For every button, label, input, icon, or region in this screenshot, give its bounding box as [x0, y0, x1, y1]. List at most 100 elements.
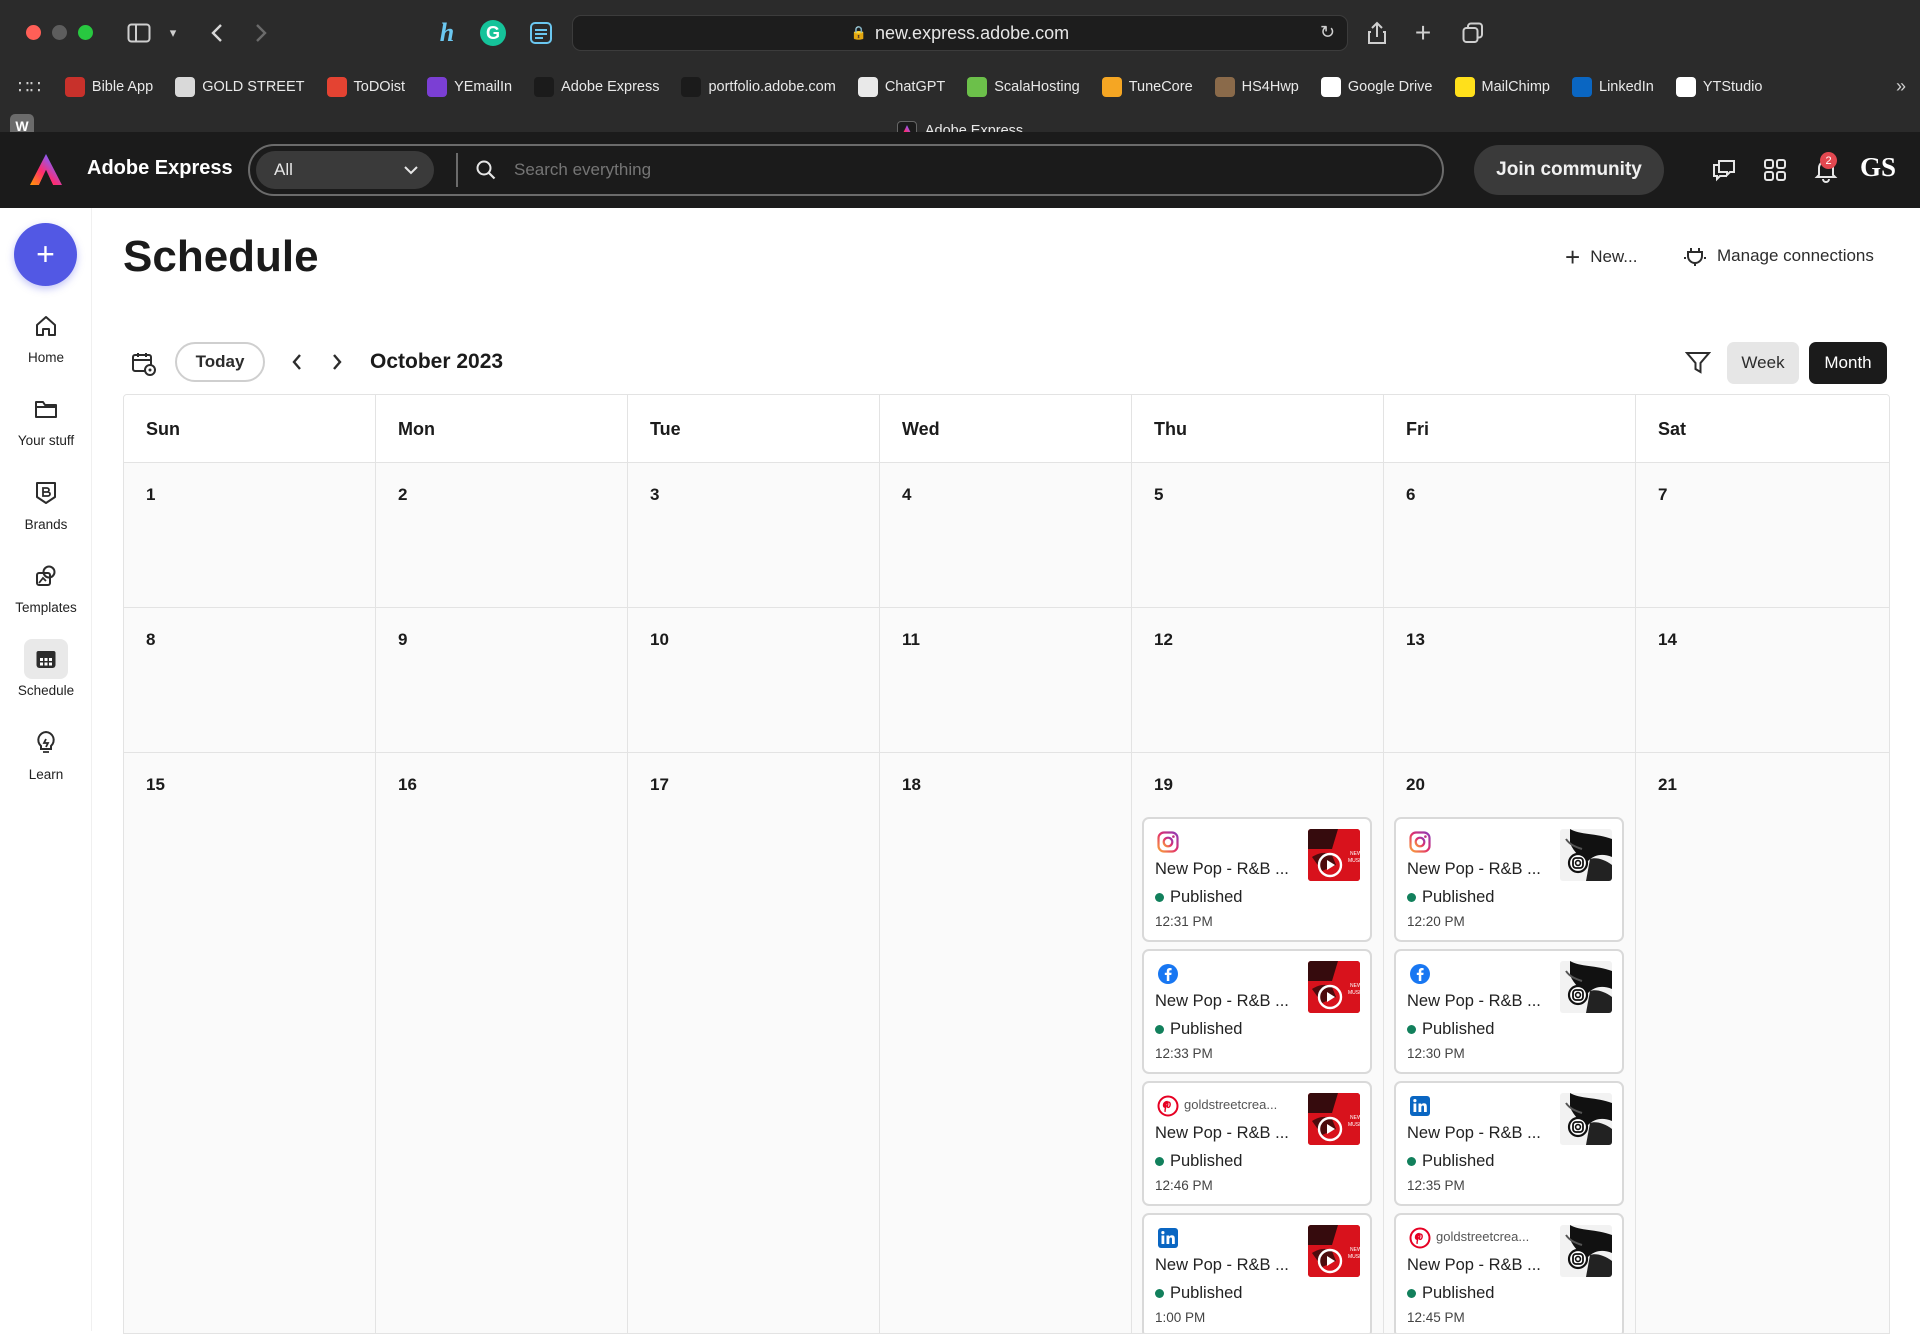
new-button[interactable]: + New... — [1565, 244, 1637, 270]
week-view-button[interactable]: Week — [1727, 342, 1799, 384]
calendar-day-cell[interactable]: 18 — [880, 753, 1132, 1333]
calendar-day-cell[interactable]: 15 — [124, 753, 376, 1333]
day-number: 19 — [1154, 775, 1173, 794]
today-button[interactable]: Today — [175, 342, 265, 382]
apps-icon[interactable] — [1759, 154, 1791, 186]
share-icon[interactable] — [1362, 18, 1392, 48]
bookmark-item[interactable]: HS4Hwp — [1214, 77, 1299, 97]
sidebar-toggle-icon[interactable] — [124, 18, 154, 48]
bookmark-item[interactable]: Google Drive — [1320, 77, 1433, 97]
todoist-extension-icon[interactable] — [526, 18, 556, 48]
calendar-day-cell[interactable]: 16 — [376, 753, 628, 1333]
scheduled-post-card[interactable]: New Pop - R&B ... Published 12:31 PM NEWMUS… — [1142, 817, 1372, 942]
adobe-express-logo[interactable] — [28, 152, 64, 188]
address-bar[interactable]: 🔒 new.express.adobe.com ↻ — [572, 15, 1348, 51]
bookmark-item[interactable]: YTStudio — [1675, 77, 1762, 97]
close-window-button[interactable] — [26, 25, 41, 40]
calendar-day-cell[interactable]: 13 — [1384, 608, 1636, 753]
calendar-day-cell[interactable]: 21 — [1636, 753, 1889, 1333]
calendar-day-cell[interactable]: 7 — [1636, 463, 1889, 608]
zoom-window-button[interactable] — [78, 25, 93, 40]
plug-icon — [1684, 248, 1706, 266]
scheduled-post-card[interactable]: goldstreetcrea... New Pop - R&B ... Publis… — [1394, 1213, 1624, 1333]
current-month-label: October 2023 — [370, 350, 504, 373]
calendar-day-cell[interactable]: 9 — [376, 608, 628, 753]
gold-street-icon — [175, 77, 196, 97]
status-dot — [1407, 1025, 1416, 1034]
nav-item-home[interactable]: Home — [0, 306, 92, 365]
svg-text:MUSIC: MUSIC — [1348, 1254, 1360, 1260]
scheduled-post-card[interactable]: goldstreetcrea... New Pop - R&B ... Publis… — [1142, 1081, 1372, 1206]
calendar-day-cell[interactable]: 19 New Pop - R&B ...Published12:31 PMNEWM… — [1132, 753, 1384, 1333]
join-community-button[interactable]: Join community — [1474, 145, 1664, 195]
calendar-day-cell[interactable]: 20 New Pop - R&B ... Published 12:20 PM New … — [1384, 753, 1636, 1333]
create-new-button[interactable]: + — [14, 223, 77, 286]
calendar-settings-icon[interactable] — [131, 351, 157, 382]
back-icon[interactable] — [202, 18, 232, 48]
calendar-day-cell[interactable]: 17 — [628, 753, 880, 1333]
svg-text:MUSIC: MUSIC — [1348, 990, 1360, 996]
bookmark-item[interactable]: ChatGPT — [857, 77, 945, 97]
bookmark-item[interactable]: Adobe Express — [534, 77, 659, 97]
scheduled-post-card[interactable]: New Pop - R&B ... Published 1:00 PM NEWMUSI… — [1142, 1213, 1372, 1333]
bookmark-item[interactable]: Bible App — [64, 77, 153, 97]
scheduled-post-card[interactable]: New Pop - R&B ... Published 12:20 PM — [1394, 817, 1624, 942]
scheduled-post-card[interactable]: New Pop - R&B ... Published 12:33 PM NEWMUS… — [1142, 949, 1372, 1074]
post-status-label: Published — [1170, 1152, 1243, 1170]
avatar[interactable]: GS — [1860, 152, 1896, 183]
bookmark-item[interactable]: LinkedIn — [1572, 77, 1654, 97]
calendar-day-cell[interactable]: 11 — [880, 608, 1132, 753]
chat-icon[interactable] — [1708, 154, 1740, 186]
scheduled-post-card[interactable]: New Pop - R&B ... Published 12:35 PM — [1394, 1081, 1624, 1206]
minimize-window-button[interactable] — [52, 25, 67, 40]
forward-icon[interactable] — [246, 18, 276, 48]
bookmark-item[interactable]: TuneCore — [1101, 77, 1193, 97]
bookmark-item[interactable]: YEmailIn — [427, 77, 512, 97]
month-view-button[interactable]: Month — [1809, 342, 1887, 384]
post-status-label: Published — [1170, 1020, 1243, 1038]
previous-month-button[interactable] — [291, 351, 303, 377]
calendar-day-cell[interactable]: 14 — [1636, 608, 1889, 753]
bookmarks-overflow-icon[interactable]: » — [1896, 76, 1906, 97]
bookmark-item[interactable]: ScalaHosting — [967, 77, 1080, 97]
filter-icon[interactable] — [1684, 351, 1712, 380]
calendar-day-cell[interactable]: 3 — [628, 463, 880, 608]
manage-connections-button[interactable]: Manage connections — [1683, 244, 1874, 268]
next-month-button[interactable] — [331, 351, 343, 377]
post-status: Published — [1155, 888, 1242, 907]
bookmark-item[interactable]: MailChimp — [1454, 77, 1551, 97]
calendar-day-cell[interactable]: 12 — [1132, 608, 1384, 753]
nav-item-brands[interactable]: Brands — [0, 473, 92, 532]
chevron-down-icon[interactable]: ▾ — [158, 18, 188, 48]
calendar-day-cell[interactable]: 2 — [376, 463, 628, 608]
grammarly-extension-icon[interactable]: G — [480, 20, 506, 46]
hypothesis-extension-icon[interactable]: h — [432, 18, 462, 48]
calendar-day-cell[interactable]: 10 — [628, 608, 880, 753]
calendar-day-cell[interactable]: 4 — [880, 463, 1132, 608]
calendar-day-cell[interactable]: 8 — [124, 608, 376, 753]
day-number: 7 — [1658, 485, 1668, 504]
calendar-day-cell[interactable]: 6 — [1384, 463, 1636, 608]
bookmark-item[interactable]: ToDOist — [326, 77, 405, 97]
linkedin-icon — [1572, 77, 1592, 97]
nav-item-schedule[interactable]: Schedule — [0, 639, 92, 698]
reload-icon[interactable]: ↻ — [1320, 22, 1335, 43]
nav-item-learn[interactable]: Learn — [0, 723, 92, 782]
calendar-day-cell[interactable]: 5 — [1132, 463, 1384, 608]
scalahosting-icon — [967, 77, 988, 97]
day-number: 12 — [1154, 630, 1173, 649]
bookmark-item[interactable]: portfolio.adobe.com — [681, 77, 836, 97]
nav-item-your-stuff[interactable]: Your stuff — [0, 389, 92, 448]
nav-item-templates[interactable]: Templates — [0, 556, 92, 615]
apps-grid-icon[interactable]: ∷∷ — [18, 77, 41, 98]
search-input[interactable] — [514, 160, 1314, 180]
post-status: Published — [1407, 888, 1494, 907]
new-tab-icon[interactable]: + — [1408, 17, 1438, 48]
nav-item-label: Home — [27, 350, 64, 365]
calendar-day-cell[interactable]: 1 — [124, 463, 376, 608]
search-scope-select[interactable]: All — [256, 151, 434, 189]
scheduled-post-card[interactable]: New Pop - R&B ... Published 12:30 PM — [1394, 949, 1624, 1074]
tab-overview-icon[interactable] — [1458, 18, 1488, 48]
bookmark-label: MailChimp — [1481, 79, 1551, 95]
bookmark-item[interactable]: GOLD STREET — [175, 77, 305, 97]
